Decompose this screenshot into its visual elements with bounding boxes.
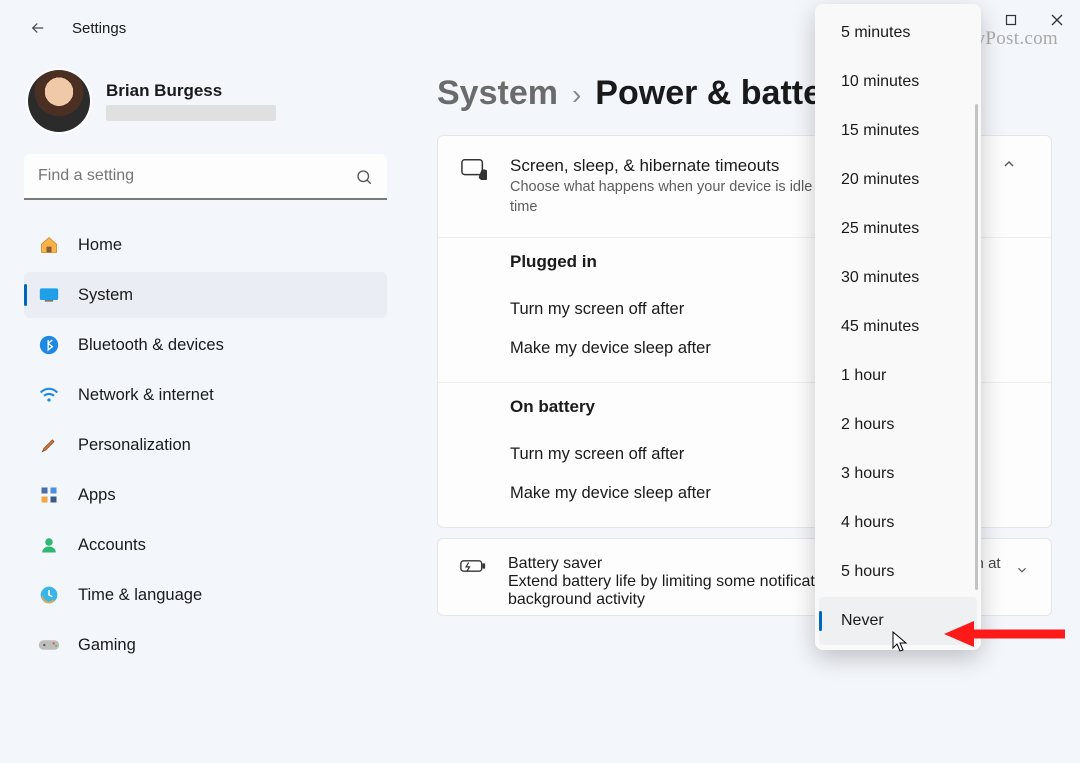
dropdown-option[interactable]: 3 hours bbox=[819, 450, 977, 498]
gaming-icon bbox=[38, 634, 60, 656]
nav-personalization[interactable]: Personalization bbox=[24, 422, 387, 468]
nav-time[interactable]: Time & language bbox=[24, 572, 387, 618]
home-icon bbox=[38, 234, 60, 256]
profile-email-redacted bbox=[106, 105, 276, 121]
dropdown-option[interactable]: 10 minutes bbox=[819, 58, 977, 106]
wifi-icon bbox=[38, 384, 60, 406]
battery-saver-icon bbox=[460, 555, 486, 575]
chevron-down-icon bbox=[1015, 563, 1029, 581]
dropdown-option[interactable]: 20 minutes bbox=[819, 156, 977, 204]
search-input[interactable] bbox=[24, 154, 387, 200]
avatar bbox=[28, 70, 90, 132]
nav-label: Bluetooth & devices bbox=[78, 336, 224, 355]
annotation-arrow bbox=[940, 617, 1070, 656]
system-icon bbox=[38, 284, 60, 306]
window-title: Settings bbox=[72, 20, 126, 37]
dropdown-option[interactable]: 15 minutes bbox=[819, 107, 977, 155]
nav-network[interactable]: Network & internet bbox=[24, 372, 387, 418]
cursor-icon bbox=[892, 631, 910, 658]
nav-label: Personalization bbox=[78, 436, 191, 455]
nav-list: Home System Bluetooth & devices Network … bbox=[24, 222, 387, 668]
dropdown-option[interactable]: 4 hours bbox=[819, 499, 977, 547]
account-icon bbox=[38, 534, 60, 556]
nav-label: System bbox=[78, 286, 133, 305]
clock-icon bbox=[38, 584, 60, 606]
search-box[interactable] bbox=[24, 154, 387, 200]
dropdown-option[interactable]: 45 minutes bbox=[819, 303, 977, 351]
apps-icon bbox=[38, 484, 60, 506]
dropdown-option[interactable]: 25 minutes bbox=[819, 205, 977, 253]
screen-sleep-icon bbox=[460, 156, 488, 180]
search-icon bbox=[355, 168, 373, 191]
dropdown-option[interactable]: 5 minutes bbox=[819, 9, 977, 57]
nav-apps[interactable]: Apps bbox=[24, 472, 387, 518]
nav-system[interactable]: System bbox=[24, 272, 387, 318]
sidebar: Brian Burgess Home System Bluetooth & de… bbox=[0, 56, 405, 763]
chevron-right-icon: › bbox=[572, 79, 581, 111]
bluetooth-icon bbox=[38, 334, 60, 356]
nav-accounts[interactable]: Accounts bbox=[24, 522, 387, 568]
dropdown-option[interactable]: 30 minutes bbox=[819, 254, 977, 302]
nav-gaming[interactable]: Gaming bbox=[24, 622, 387, 668]
chevron-up-icon[interactable] bbox=[989, 156, 1029, 172]
nav-label: Network & internet bbox=[78, 386, 214, 405]
nav-label: Home bbox=[78, 236, 122, 255]
breadcrumb-parent[interactable]: System bbox=[437, 74, 558, 113]
back-button[interactable] bbox=[18, 8, 58, 48]
nav-label: Apps bbox=[78, 486, 116, 505]
dropdown-scrollbar[interactable] bbox=[975, 104, 978, 590]
nav-label: Accounts bbox=[78, 536, 146, 555]
dropdown-option[interactable]: 2 hours bbox=[819, 401, 977, 449]
nav-label: Time & language bbox=[78, 586, 202, 605]
dropdown-option[interactable]: 5 hours bbox=[819, 548, 977, 596]
profile-block[interactable]: Brian Burgess bbox=[24, 70, 387, 132]
nav-label: Gaming bbox=[78, 636, 136, 655]
nav-home[interactable]: Home bbox=[24, 222, 387, 268]
dropdown-option[interactable]: 1 hour bbox=[819, 352, 977, 400]
nav-bluetooth[interactable]: Bluetooth & devices bbox=[24, 322, 387, 368]
brush-icon bbox=[38, 434, 60, 456]
profile-name: Brian Burgess bbox=[106, 81, 276, 101]
timeout-dropdown[interactable]: 5 minutes10 minutes15 minutes20 minutes2… bbox=[815, 4, 981, 650]
